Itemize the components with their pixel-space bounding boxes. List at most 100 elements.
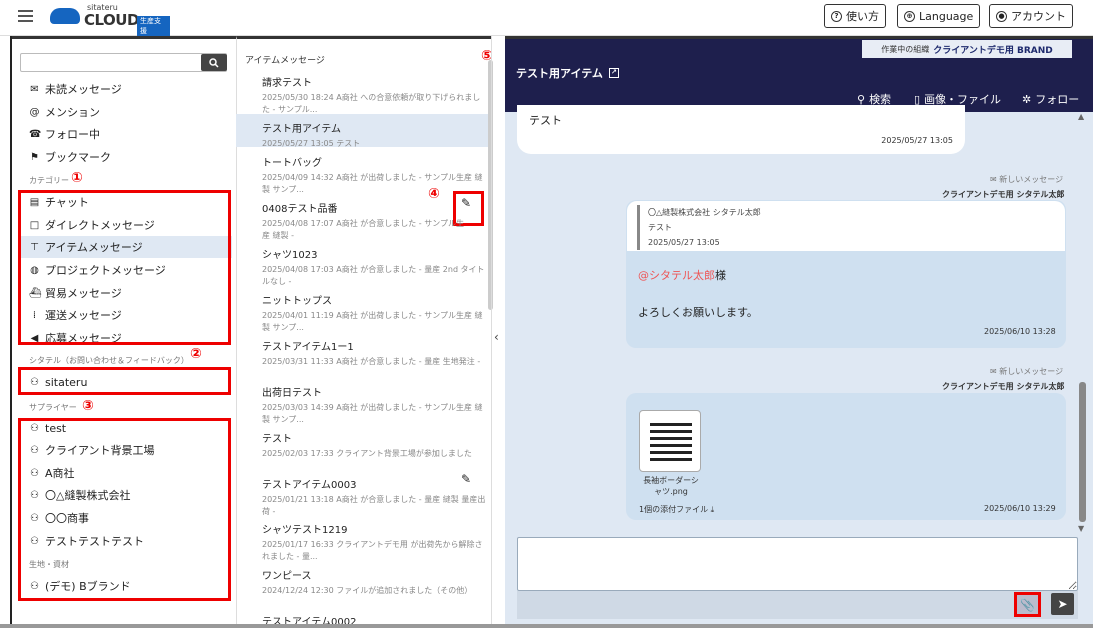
chat-title[interactable]: テスト用アイテム ↗ [516, 65, 619, 81]
list-item-detail: 2025/04/08 17:03 A商社 が合意しました - 量産 2nd タイ… [262, 265, 485, 286]
paperclip-icon: 📎 [1020, 597, 1035, 612]
list-item[interactable]: テスト 2025/02/03 17:33 クライアント背景工場が参加しました [262, 430, 487, 460]
chevron-left-icon[interactable]: ‹ [494, 330, 499, 344]
message-text: テスト [529, 114, 562, 127]
list-item-title: トートバッグ [262, 158, 322, 169]
list-item[interactable]: 0408テスト品番 2025/04/08 17:07 A商社 が合意しました - … [262, 200, 487, 242]
list-item-title: テスト用アイテム [262, 124, 341, 135]
search-icon[interactable] [201, 54, 227, 71]
list-item-detail: 2024/12/24 12:30 ファイルが追加されました（その他） [262, 586, 473, 595]
list-item[interactable]: シャツ1023 2025/04/08 17:03 A商社 が合意しました - 量産… [262, 246, 487, 288]
cloud-logo-icon [50, 8, 80, 24]
sidebar-search-input[interactable] [20, 53, 227, 72]
account-icon: ● [996, 10, 1007, 22]
mention-line: @シタテル太郎様 [638, 267, 726, 283]
org-label: 作業中の組織 [881, 44, 930, 54]
attachment-name: 長袖ボーダーシ ャツ.png [643, 476, 699, 496]
badge-1: ① [71, 170, 83, 186]
list-item[interactable]: シャツテスト1219 2025/01/17 16:33 クライアントデモ用 が出荷… [262, 521, 487, 563]
list-item-title: テストアイテム1ー1 [262, 342, 354, 353]
annotation-box-sitateru [18, 367, 231, 395]
quote-author: 〇△縫製株式会社 シタテル太郎 [648, 208, 761, 217]
sidebar-item-mention[interactable]: @ メンション [29, 102, 101, 122]
sidebar-item-unread[interactable]: ✉ 未読メッセージ [29, 79, 122, 99]
globe-icon: ⊕ [904, 10, 915, 22]
account-button[interactable]: ● アカウント [989, 4, 1073, 28]
list-item[interactable]: テストアイテム1ー1 2025/03/31 11:33 A商社 が合意しました -… [262, 338, 487, 368]
quote-time: 2025/05/27 13:05 [648, 238, 720, 247]
pencil-icon[interactable]: ✎ [461, 196, 471, 210]
download-icon[interactable]: ⤓ [711, 505, 715, 514]
message-sender: クライアントデモ用 シタテル太郎 [942, 382, 1065, 391]
scroll-up-icon[interactable]: ▲ [1078, 112, 1084, 121]
bottom-bar [0, 624, 1093, 628]
help-button[interactable]: ? 使い方 [824, 4, 886, 28]
list-item-detail: 2025/04/01 11:19 A商社 が出荷しました - サンプル生産 縫製… [262, 311, 483, 332]
list-item[interactable]: テストアイテム0003 2025/01/21 13:18 A商社 が合意しました … [262, 476, 487, 518]
message-time: 2025/06/10 13:28 [984, 327, 1056, 336]
follow-button[interactable]: ✲ フォロー [1022, 91, 1079, 107]
list-item-title: テスト [262, 434, 292, 445]
question-icon: ? [831, 10, 842, 22]
new-message-label: ✉ 新しいメッセージ [990, 367, 1064, 376]
sidebar-item-following[interactable]: ☎ フォロー中 [29, 124, 100, 144]
mention-suffix: 様 [715, 269, 726, 282]
follow-icon: ✲ [1022, 92, 1032, 106]
account-label: アカウント [1011, 10, 1066, 23]
list-item[interactable]: 出荷日テスト 2025/03/03 14:39 A商社 が出荷しました - サンプ… [262, 384, 487, 426]
list-item-title: テストアイテム0003 [262, 480, 357, 491]
bell-icon: ☎ [29, 128, 42, 140]
list-item-title: 0408テスト品番 [262, 204, 338, 215]
send-button[interactable]: ➤ [1051, 593, 1074, 615]
follow-label: フォロー [1035, 93, 1080, 106]
quote-text: テスト [648, 223, 672, 232]
list-item[interactable]: ニットトップス 2025/04/01 11:19 A商社 が出荷しました - サン… [262, 292, 487, 334]
list-item-detail: 2025/05/27 13:05 テスト [262, 139, 361, 148]
left-edge-strip [0, 36, 12, 628]
list-item[interactable]: 請求テスト 2025/05/30 18:24 A商社 への合意依頼が取り下げられま… [262, 74, 487, 116]
app-logo[interactable]: sitateru CLOUD 生産支援 [50, 3, 170, 36]
list-item-title: ニットトップス [262, 296, 332, 307]
chat-title-text: テスト用アイテム [516, 67, 603, 80]
message-card: テスト 2025/05/27 13:05 [517, 105, 965, 154]
list-item-detail: 2025/03/03 14:39 A商社 が出荷しました - サンプル生産 縫製… [262, 403, 483, 424]
list-item-detail: 2025/01/17 16:33 クライアントデモ用 が出荷先から解除されました… [262, 540, 483, 561]
mention-text[interactable]: @シタテル太郎 [638, 269, 715, 282]
sidebar-item-bookmark[interactable]: ⚑ ブックマーク [29, 147, 111, 167]
language-button[interactable]: ⊕ Language [897, 4, 981, 28]
mail-icon: ✉ [30, 83, 39, 95]
pencil-icon[interactable]: ✎ [461, 472, 471, 486]
hamburger-menu-icon[interactable] [18, 10, 33, 22]
list-item[interactable]: トートバッグ 2025/04/09 14:32 A商社 が出荷しました - サンプ… [262, 154, 487, 196]
list-item[interactable]: テスト用アイテム 2025/05/27 13:05 テスト [262, 120, 487, 150]
supplier-header: サプライヤー [29, 403, 77, 412]
external-link-icon[interactable]: ↗ [608, 68, 619, 78]
logo-main: CLOUD [84, 11, 139, 29]
org-name: クライアントデモ用 BRAND [933, 45, 1053, 56]
message-text: よろしくお願いします。 [638, 306, 758, 319]
quoted-message: 〇△縫製株式会社 シタテル太郎 テスト 2025/05/27 13:05 [637, 205, 761, 250]
help-label: 使い方 [846, 10, 879, 23]
bookmark-icon: ⚑ [30, 151, 39, 163]
list-header: アイテムメッセージ [245, 56, 325, 66]
message-time: 2025/05/27 13:05 [881, 136, 953, 145]
message-time: 2025/06/10 13:29 [984, 504, 1056, 513]
scroll-down-icon[interactable]: ▼ [1078, 524, 1084, 533]
new-message-label: ✉ 新しいメッセージ [990, 175, 1064, 184]
list-item-detail: 2025/02/03 17:33 クライアント背景工場が参加しました [262, 449, 472, 458]
sitateru-header: シタテル（お問い合わせ＆フィードバック） [29, 356, 189, 365]
list-item-title: ワンピース [262, 571, 312, 582]
sidebar-item-label: メンション [45, 106, 100, 119]
category-header: カテゴリー [29, 176, 69, 185]
at-icon: @ [29, 106, 40, 118]
chat-scrollbar[interactable] [1079, 382, 1086, 522]
attachment-thumbnail[interactable] [639, 410, 701, 472]
attachment-count[interactable]: 1個の添付ファイル ⤓ [639, 504, 714, 515]
org-indicator: 作業中の組織 クライアントデモ用 BRAND [862, 40, 1072, 58]
sidebar-item-label: 未読メッセージ [45, 83, 122, 96]
list-item[interactable]: ワンピース 2024/12/24 12:30 ファイルが追加されました（その他） [262, 567, 487, 597]
message-input[interactable] [517, 537, 1078, 591]
attach-button[interactable]: 📎 [1014, 592, 1041, 617]
list-item-title: 請求テスト [262, 78, 312, 89]
file-icon: ▯ [914, 92, 921, 106]
